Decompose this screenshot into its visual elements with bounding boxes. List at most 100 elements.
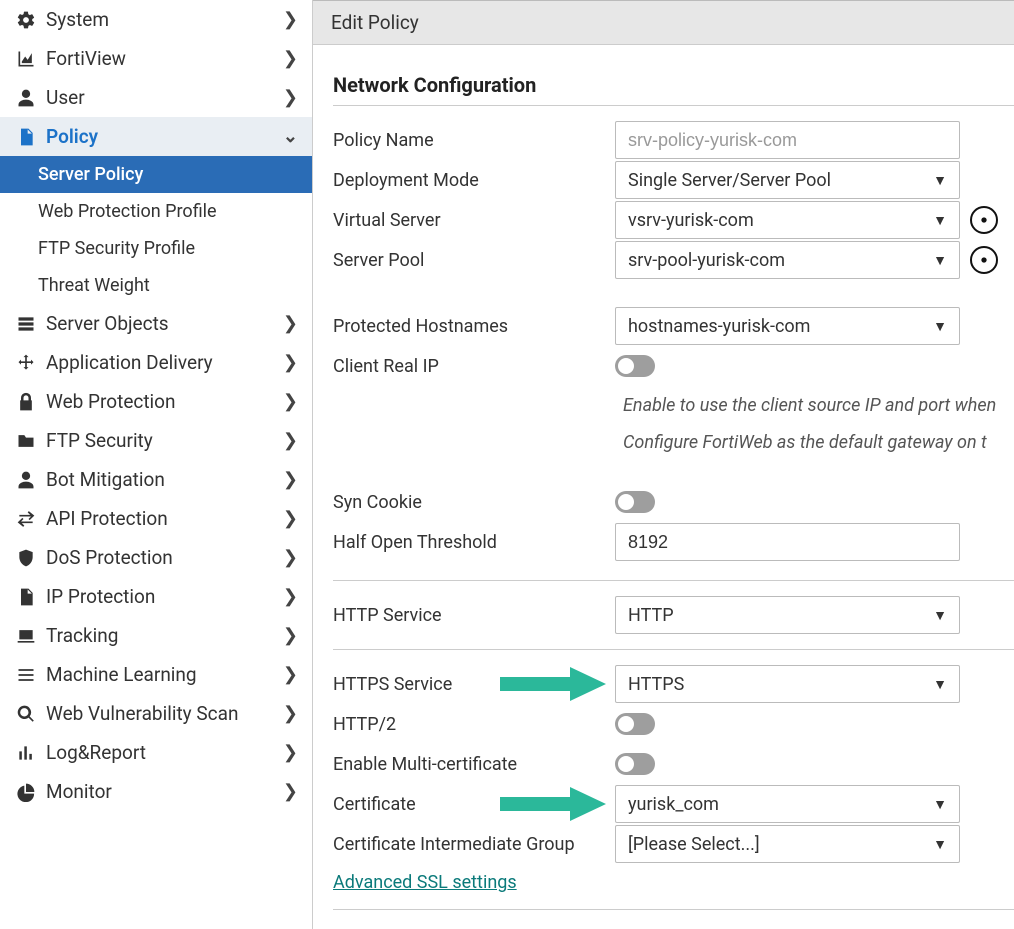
caret-down-icon: ▼ [933, 796, 947, 813]
nav-web-protection[interactable]: Web Protection ❯ [0, 382, 312, 421]
policy-name-input[interactable] [615, 121, 960, 159]
nav-server-objects[interactable]: Server Objects ❯ [0, 304, 312, 343]
cert-intermediate-group-select[interactable]: [Please Select...] ▼ [615, 825, 960, 863]
view-virtual-server-button[interactable] [970, 206, 998, 234]
select-value: srv-pool-yurisk-com [628, 250, 933, 271]
select-value: yurisk_com [628, 794, 933, 815]
row-cert-intermediate-group: Certificate Intermediate Group [Please S… [333, 824, 1014, 864]
protected-hostnames-select[interactable]: hostnames-yurisk-com ▼ [615, 307, 960, 345]
nav-application-delivery[interactable]: Application Delivery ❯ [0, 343, 312, 382]
row-client-real-ip: Client Real IP [333, 346, 1014, 386]
row-policy-name: Policy Name [333, 120, 1014, 160]
nav-label: Server Policy [38, 164, 298, 185]
label-certificate: Certificate [333, 794, 603, 815]
bot-icon [14, 470, 38, 490]
nav-machine-learning[interactable]: Machine Learning ❯ [0, 655, 312, 694]
nav-web-protection-profile[interactable]: Web Protection Profile [0, 193, 312, 230]
divider [333, 909, 1014, 910]
nav-server-policy[interactable]: Server Policy [0, 156, 312, 193]
bar-chart-icon [14, 743, 38, 763]
nav-label: System [46, 8, 283, 31]
nav-fortiview[interactable]: FortiView ❯ [0, 39, 312, 78]
view-server-pool-button[interactable] [970, 246, 998, 274]
http-service-select[interactable]: HTTP ▼ [615, 596, 960, 634]
https-service-select[interactable]: HTTPS ▼ [615, 665, 960, 703]
chevron-down-icon: ⌄ [283, 126, 298, 147]
chevron-right-icon: ❯ [283, 469, 298, 490]
label-cert-intermediate-group: Certificate Intermediate Group [333, 834, 603, 855]
document-icon [14, 127, 38, 147]
chevron-right-icon: ❯ [283, 391, 298, 412]
select-value: Single Server/Server Pool [628, 170, 933, 191]
nav-ftp-security[interactable]: FTP Security ❯ [0, 421, 312, 460]
chevron-right-icon: ❯ [283, 87, 298, 108]
nav-label: FTP Security Profile [38, 238, 298, 259]
chevron-right-icon: ❯ [283, 742, 298, 763]
chevron-right-icon: ❯ [283, 313, 298, 334]
client-real-ip-hint-1: Enable to use the client source IP and p… [333, 386, 1014, 429]
divider [333, 649, 1014, 650]
nav-threat-weight[interactable]: Threat Weight [0, 267, 312, 304]
divider [333, 105, 1014, 106]
nav-label: Log&Report [46, 741, 283, 764]
shield-icon [14, 548, 38, 568]
nav-label: Threat Weight [38, 275, 298, 296]
chevron-right-icon: ❯ [283, 586, 298, 607]
server-pool-select[interactable]: srv-pool-yurisk-com ▼ [615, 241, 960, 279]
nav-label: User [46, 86, 283, 109]
main: Edit Policy Network Configuration Policy… [313, 0, 1014, 929]
nav-label: Server Objects [46, 312, 283, 335]
nav-dos-protection[interactable]: DoS Protection ❯ [0, 538, 312, 577]
caret-down-icon: ▼ [933, 212, 947, 229]
deployment-mode-select[interactable]: Single Server/Server Pool ▼ [615, 161, 960, 199]
http2-toggle[interactable] [615, 713, 655, 735]
select-value: HTTP [628, 605, 933, 626]
certificate-select[interactable]: yurisk_com ▼ [615, 785, 960, 823]
nav-ftp-security-profile[interactable]: FTP Security Profile [0, 230, 312, 267]
nav-bot-mitigation[interactable]: Bot Mitigation ❯ [0, 460, 312, 499]
enable-multi-cert-toggle[interactable] [615, 753, 655, 775]
nav-label: Machine Learning [46, 663, 283, 686]
caret-down-icon: ▼ [933, 172, 947, 189]
nav-log-report[interactable]: Log&Report ❯ [0, 733, 312, 772]
nav-user[interactable]: User ❯ [0, 78, 312, 117]
nav-label: DoS Protection [46, 546, 283, 569]
row-http-service: HTTP Service HTTP ▼ [333, 595, 1014, 635]
nav-ip-protection[interactable]: IP Protection ❯ [0, 577, 312, 616]
virtual-server-select[interactable]: vsrv-yurisk-com ▼ [615, 201, 960, 239]
nav-label: Tracking [46, 624, 283, 647]
caret-down-icon: ▼ [933, 607, 947, 624]
nav-monitor[interactable]: Monitor ❯ [0, 772, 312, 811]
sidebar: System ❯ FortiView ❯ User ❯ Policy ⌄ Ser… [0, 0, 313, 929]
client-real-ip-toggle[interactable] [615, 355, 655, 377]
syn-cookie-toggle[interactable] [615, 491, 655, 513]
nav-label: API Protection [46, 507, 283, 530]
row-https-service: HTTPS Service HTTPS ▼ [333, 664, 1014, 704]
advanced-ssl-link[interactable]: Advanced SSL settings [333, 872, 517, 893]
label-policy-name: Policy Name [333, 130, 603, 151]
label-deployment-mode: Deployment Mode [333, 170, 603, 191]
nav-label: Application Delivery [46, 351, 283, 374]
nav-system[interactable]: System ❯ [0, 0, 312, 39]
row-enable-multi-cert: Enable Multi-certificate [333, 744, 1014, 784]
chevron-right-icon: ❯ [283, 508, 298, 529]
half-open-threshold-input[interactable] [615, 523, 960, 561]
nav-label: FTP Security [46, 429, 283, 452]
nav-web-vulnerability-scan[interactable]: Web Vulnerability Scan ❯ [0, 694, 312, 733]
server-icon [14, 314, 38, 334]
label-http2: HTTP/2 [333, 714, 603, 735]
pie-chart-icon [14, 782, 38, 802]
page-title: Edit Policy [313, 0, 1014, 45]
row-half-open-threshold: Half Open Threshold [333, 522, 1014, 562]
divider [333, 580, 1014, 581]
exchange-icon [14, 509, 38, 529]
client-real-ip-hint-2: Configure FortiWeb as the default gatewa… [333, 429, 1014, 466]
nav-api-protection[interactable]: API Protection ❯ [0, 499, 312, 538]
caret-down-icon: ▼ [933, 318, 947, 335]
list-icon [14, 665, 38, 685]
chevron-right-icon: ❯ [283, 352, 298, 373]
label-server-pool: Server Pool [333, 250, 603, 271]
caret-down-icon: ▼ [933, 252, 947, 269]
nav-policy[interactable]: Policy ⌄ [0, 117, 312, 156]
nav-tracking[interactable]: Tracking ❯ [0, 616, 312, 655]
